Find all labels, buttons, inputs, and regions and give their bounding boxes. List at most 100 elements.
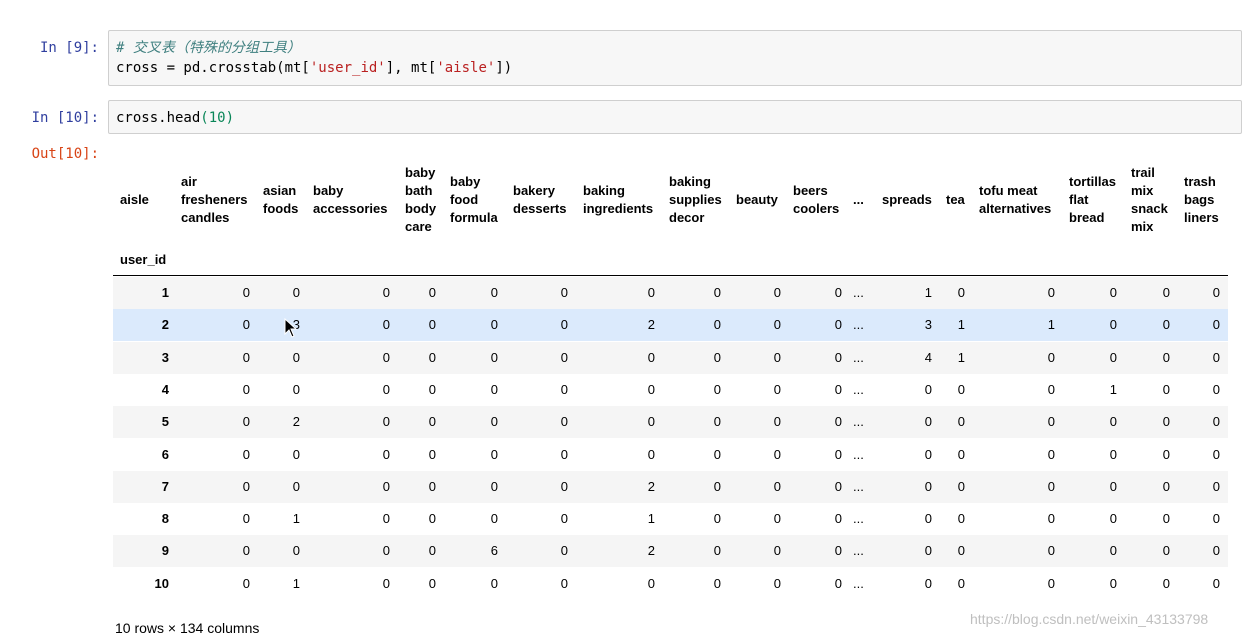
table-cell: 0 (1109, 543, 1117, 559)
code-token: ], mt[ (385, 60, 437, 76)
table-cell: 0 (713, 317, 721, 333)
table-row[interactable]: 4 0 0 0 0 0 0 0 0 0 0... 0 0 0 1 0 0 (113, 374, 1228, 406)
column-header-line: supplies (669, 192, 722, 207)
table-cell: 0 (382, 511, 390, 527)
table-cell: 0 (1212, 478, 1220, 494)
table-cell: 0 (382, 381, 390, 397)
table-cell: 0 (1212, 511, 1220, 527)
table-cell: 0 (1212, 285, 1220, 300)
column-header: baby bath body care (405, 164, 436, 236)
column-header: tofu meat alternatives (979, 182, 1051, 218)
table-cell: 0 (428, 381, 436, 397)
table-cell: 0 (242, 381, 250, 397)
table-cell: 0 (242, 543, 250, 559)
table-row[interactable]: 1 0 0 0 0 0 0 0 0 0 0... 1 0 0 0 0 0 (113, 277, 1228, 309)
table-cell: 0 (647, 285, 655, 300)
table-cell: 0 (834, 478, 842, 494)
table-cell: 0 (382, 349, 390, 365)
column-header-line: bread (1069, 210, 1105, 225)
code-cell-10[interactable]: cross.head(10) (108, 100, 1242, 134)
table-row[interactable]: 8 0 1 0 0 0 0 1 0 0 0... 0 0 0 0 0 0 (113, 503, 1228, 535)
table-cell: 0 (560, 511, 568, 527)
code-line: cross.head(10) (116, 108, 1241, 128)
table-cell: ... (853, 446, 864, 462)
column-header-line: ingredients (583, 201, 654, 216)
table-cell: 0 (490, 317, 498, 333)
table-cell: 0 (382, 575, 390, 591)
table-cell: 0 (713, 543, 721, 559)
table-cell: 0 (1162, 317, 1170, 333)
column-header: trail mix snack mix (1131, 164, 1168, 236)
table-cell: 0 (1162, 381, 1170, 397)
table-row[interactable]: 6 0 0 0 0 0 0 0 0 0 0... 0 0 0 0 0 0 (113, 439, 1228, 471)
table-cell: 0 (713, 478, 721, 494)
table-cell: 0 (428, 285, 436, 300)
table-cell: 0 (1212, 414, 1220, 430)
table-cell: 1 (292, 575, 300, 591)
table-cell: ... (853, 317, 864, 333)
table-cell: 0 (834, 349, 842, 365)
code-cell-9[interactable]: # 交叉表（特殊的分组工具） cross = pd.crosstab(mt['u… (108, 30, 1242, 86)
table-cell: 0 (713, 511, 721, 527)
table-row[interactable]: 9 0 0 0 0 6 0 2 0 0 0... 0 0 0 0 0 0 (113, 535, 1228, 568)
table-cell: 0 (1109, 575, 1117, 591)
table-cell: 1 (647, 511, 655, 527)
table-cell: 0 (1047, 349, 1055, 365)
table-cell: 0 (834, 446, 842, 462)
table-cell: 0 (490, 349, 498, 365)
table-cell: 0 (1109, 478, 1117, 494)
column-header: baking supplies decor (669, 173, 722, 227)
column-header-line: foods (263, 201, 299, 216)
table-cell: 0 (713, 575, 721, 591)
table-cell: 0 (713, 349, 721, 365)
in-prompt-10: In [10]: (31, 110, 99, 126)
table-cell: 0 (428, 349, 436, 365)
table-cell: 0 (1047, 446, 1055, 462)
table-cell: 2 (647, 317, 655, 333)
table-cell: 0 (647, 349, 655, 365)
table-cell: 0 (1212, 381, 1220, 397)
table-cell: 0 (292, 349, 300, 365)
column-header: baby accessories (313, 182, 387, 218)
column-header-line: food (450, 192, 479, 207)
table-cell: ... (853, 511, 864, 527)
table-cell: 0 (490, 446, 498, 462)
table-cell: 0 (957, 478, 965, 494)
table-cell: 0 (1212, 575, 1220, 591)
table-cell: 0 (1162, 543, 1170, 559)
code-token: cross = pd.crosstab(mt[ (116, 60, 310, 76)
table-cell: 0 (957, 446, 965, 462)
table-row[interactable]: 2 0 3 0 0 0 0 2 0 0 0... 3 1 1 0 0 0 (113, 309, 1228, 342)
table-cell: 0 (428, 511, 436, 527)
column-header-line: trash (1184, 174, 1216, 189)
code-line: cross = pd.crosstab(mt['user_id'], mt['a… (116, 58, 1241, 78)
column-header-line: bath (405, 183, 433, 198)
column-header: asian foods (263, 182, 298, 218)
table-cell: 0 (924, 478, 932, 494)
code-line: # 交叉表（特殊的分组工具） (116, 38, 1241, 58)
column-header-line: trail (1131, 165, 1155, 180)
table-cell: 0 (1047, 381, 1055, 397)
table-cell: 0 (1162, 285, 1170, 300)
column-header-line: mix (1131, 183, 1154, 198)
table-cell: 0 (242, 414, 250, 430)
column-header: trash bags liners (1184, 173, 1219, 227)
table-row[interactable]: 3 0 0 0 0 0 0 0 0 0 0... 4 1 0 0 0 0 (113, 341, 1228, 374)
code-token: ) (225, 110, 235, 126)
table-row[interactable]: 7 0 0 0 0 0 0 2 0 0 0... 0 0 0 0 0 0 (113, 470, 1228, 503)
watermark: https://blog.csdn.net/weixin_43133798 (970, 611, 1209, 627)
table-cell: 0 (242, 575, 250, 591)
table-row[interactable]: 10 0 1 0 0 0 0 0 0 0 0... 0 0 0 0 0 0 (113, 568, 1228, 600)
table-cell: 0 (428, 317, 436, 333)
table-cell: 0 (834, 575, 842, 591)
table-cell: 0 (382, 478, 390, 494)
table-cell: 4 (924, 349, 932, 365)
table-row[interactable]: 5 0 2 0 0 0 0 0 0 0 0... 0 0 0 0 0 0 (113, 406, 1228, 439)
table-cell: 0 (924, 446, 932, 462)
table-cell: 0 (560, 285, 568, 300)
table-cell: 0 (428, 575, 436, 591)
table-cell: 0 (1162, 349, 1170, 365)
table-cell: 0 (957, 543, 965, 559)
column-header: ... (853, 191, 864, 209)
table-cell: 0 (834, 285, 842, 300)
